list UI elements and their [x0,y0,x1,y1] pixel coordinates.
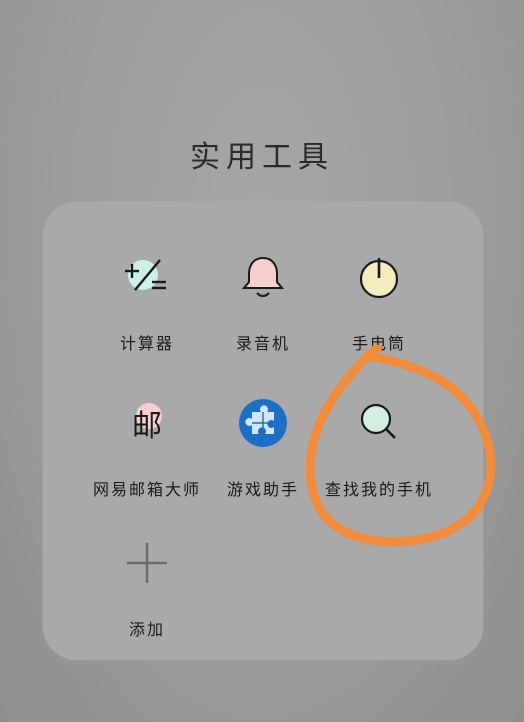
power-icon [359,258,399,299]
mail-icon: 邮 [132,403,162,444]
bell-icon [241,256,285,298]
folder-title: 实用工具 [190,140,334,175]
magnifier-icon [360,403,396,439]
add-app-label: 添加 [128,620,165,639]
app-flashlight[interactable]: 手电筒 [306,252,452,372]
app-label-flashlight: 手电筒 [351,334,406,353]
app-folder-panel: 计算器 录音机 手电筒 邮 网易邮箱大师 游戏助手 查找我的手机 添加 [43,202,483,660]
add-app-button[interactable]: 添加 [74,538,220,658]
mail-icon-glyph: 邮 [132,409,162,444]
app-find-my-phone[interactable]: 查找我的手机 [306,398,452,518]
plus-icon [127,543,167,583]
puzzle-icon [239,399,287,447]
app-label-find-my-phone: 查找我的手机 [324,480,433,499]
calculator-icon [125,259,166,291]
